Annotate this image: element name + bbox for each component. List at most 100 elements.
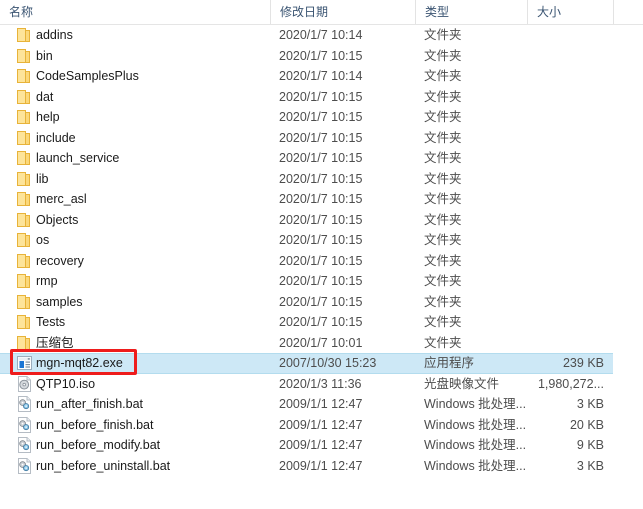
file-name-cell[interactable]: addins: [0, 25, 270, 46]
column-header-row: 名称 修改日期 类型 大小: [0, 0, 643, 25]
file-row[interactable]: 压缩包 2020/1/7 10:01 文件夹: [0, 333, 643, 354]
file-name-cell[interactable]: 压缩包: [0, 333, 270, 354]
column-header-name-label: 名称: [9, 5, 34, 19]
file-name-cell[interactable]: include: [0, 128, 270, 149]
file-size-cell: [527, 312, 613, 333]
file-type-cell: 文件夹: [424, 130, 462, 145]
file-date-cell: 2020/1/7 10:15: [279, 130, 363, 145]
file-type-cell: 光盘映像文件: [424, 376, 500, 391]
file-name-cell[interactable]: os: [0, 230, 270, 251]
file-type-cell: 文件夹: [424, 233, 462, 247]
file-name-cell[interactable]: samples: [0, 292, 270, 313]
file-row[interactable]: CodeSamplesPlus 2020/1/7 10:14 文件夹: [0, 66, 643, 87]
file-date-cell: 2020/1/7 10:15: [279, 110, 363, 124]
file-date-cell: 2020/1/7 10:15: [279, 171, 363, 186]
file-type-cell: 文件夹: [424, 48, 462, 63]
file-name-cell[interactable]: bin: [0, 46, 270, 67]
file-row[interactable]: run_before_uninstall.bat 2009/1/1 12:47 Wi…: [0, 456, 643, 477]
file-row[interactable]: QTP10.iso 2020/1/3 11:36 光盘映像文件 1,980,272..…: [0, 374, 643, 395]
column-header-date-modified[interactable]: 修改日期: [270, 0, 415, 24]
file-date-cell: 2007/10/30 15:23: [279, 356, 377, 370]
file-type-cell: 文件夹: [424, 294, 462, 309]
file-name-cell[interactable]: run_before_uninstall.bat: [0, 456, 270, 477]
file-size-cell: [527, 25, 613, 46]
column-header-date-modified-label: 修改日期: [280, 5, 329, 19]
file-name-cell[interactable]: recovery: [0, 251, 270, 272]
file-row[interactable]: dat 2020/1/7 10:15 文件夹: [0, 87, 643, 108]
file-row[interactable]: os 2020/1/7 10:15 文件夹: [0, 230, 643, 251]
file-date-cell: 2020/1/7 10:15: [279, 253, 363, 268]
file-date-cell: 2020/1/7 10:14: [279, 28, 363, 42]
file-date-cell: 2020/1/7 10:01: [279, 335, 363, 350]
file-size-cell: [527, 271, 613, 292]
file-type-cell: 文件夹: [424, 151, 462, 165]
file-date-cell: 2009/1/1 12:47: [279, 397, 363, 411]
file-size-cell: [527, 210, 613, 231]
file-type-cell: 文件夹: [424, 315, 462, 329]
file-size-cell: [527, 87, 613, 108]
file-name-cell[interactable]: launch_service: [0, 148, 270, 169]
file-size-cell: [527, 189, 613, 210]
file-list[interactable]: addins 2020/1/7 10:14 文件夹 bin 2020/1/7 10:15…: [0, 25, 643, 476]
file-row[interactable]: Objects 2020/1/7 10:15 文件夹: [0, 210, 643, 231]
file-date-cell: 2020/1/7 10:15: [279, 192, 363, 206]
file-date-cell: 2020/1/7 10:14: [279, 69, 363, 83]
file-name-cell[interactable]: Objects: [0, 210, 270, 231]
file-size-cell: [527, 292, 613, 313]
file-date-cell: 2020/1/7 10:15: [279, 294, 363, 309]
column-header-name[interactable]: 名称: [0, 0, 270, 24]
file-name-cell[interactable]: run_after_finish.bat: [0, 394, 270, 415]
file-name-cell[interactable]: CodeSamplesPlus: [0, 66, 270, 87]
file-name-cell[interactable]: lib: [0, 169, 270, 190]
file-name-cell[interactable]: run_before_modify.bat: [0, 435, 270, 456]
file-row[interactable]: addins 2020/1/7 10:14 文件夹: [0, 25, 643, 46]
file-date-cell: 2020/1/7 10:15: [279, 48, 363, 63]
file-row[interactable]: run_after_finish.bat 2009/1/1 12:47 Window…: [0, 394, 643, 415]
file-name-cell[interactable]: Tests: [0, 312, 270, 333]
file-name-cell[interactable]: mgn-mqt82.exe: [0, 353, 270, 374]
file-explorer-details-view: 名称 修改日期 类型 大小 addins 2020/1/7 10:14 文件夹 bin…: [0, 0, 643, 509]
file-size-cell: 239 KB: [562, 356, 604, 370]
file-name-cell[interactable]: run_before_finish.bat: [0, 415, 270, 436]
column-header-type[interactable]: 类型: [415, 0, 527, 24]
file-row[interactable]: Tests 2020/1/7 10:15 文件夹: [0, 312, 643, 333]
file-size-cell: 1,980,272...: [537, 376, 604, 391]
file-row[interactable]: help 2020/1/7 10:15 文件夹: [0, 107, 643, 128]
file-row[interactable]: bin 2020/1/7 10:15 文件夹: [0, 46, 643, 67]
file-type-cell: 文件夹: [424, 89, 462, 104]
file-size-cell: [527, 230, 613, 251]
file-row[interactable]: launch_service 2020/1/7 10:15 文件夹: [0, 148, 643, 169]
file-row[interactable]: lib 2020/1/7 10:15 文件夹: [0, 169, 643, 190]
file-date-cell: 2020/1/3 11:36: [279, 376, 362, 391]
file-type-cell: Windows 批处理...: [424, 397, 527, 411]
file-size-cell: [527, 148, 613, 169]
file-name-cell[interactable]: help: [0, 107, 270, 128]
file-size-cell: [527, 251, 613, 272]
file-type-cell: 文件夹: [424, 253, 462, 268]
column-header-type-label: 类型: [425, 5, 450, 19]
file-row[interactable]: rmp 2020/1/7 10:15 文件夹: [0, 271, 643, 292]
file-row[interactable]: run_before_finish.bat 2009/1/1 12:47 Windo…: [0, 415, 643, 436]
file-row[interactable]: run_before_modify.bat 2009/1/1 12:47 Windo…: [0, 435, 643, 456]
file-row[interactable]: include 2020/1/7 10:15 文件夹: [0, 128, 643, 149]
file-name-cell[interactable]: rmp: [0, 271, 270, 292]
file-row[interactable]: recovery 2020/1/7 10:15 文件夹: [0, 251, 643, 272]
file-row[interactable]: samples 2020/1/7 10:15 文件夹: [0, 292, 643, 313]
file-size-cell: 20 KB: [569, 417, 604, 432]
file-name-cell[interactable]: QTP10.iso: [0, 374, 270, 395]
file-name-cell[interactable]: dat: [0, 87, 270, 108]
file-type-cell: 文件夹: [424, 212, 462, 227]
file-name-cell[interactable]: merc_asl: [0, 189, 270, 210]
file-type-cell: 文件夹: [424, 28, 462, 42]
file-type-cell: 文件夹: [424, 192, 462, 206]
file-type-cell: Windows 批处理...: [424, 438, 527, 452]
file-row[interactable]: mgn-mqt82.exe 2007/10/30 15:23 应用程序 239 KB: [0, 353, 643, 374]
file-size-cell: 3 KB: [576, 458, 604, 473]
file-type-cell: 文件夹: [424, 69, 462, 83]
column-header-size[interactable]: 大小: [527, 0, 613, 24]
file-size-cell: [527, 66, 613, 87]
file-date-cell: 2020/1/7 10:15: [279, 89, 363, 104]
file-size-cell: [527, 333, 613, 354]
file-row[interactable]: merc_asl 2020/1/7 10:15 文件夹: [0, 189, 643, 210]
file-type-cell: Windows 批处理...: [424, 417, 527, 432]
